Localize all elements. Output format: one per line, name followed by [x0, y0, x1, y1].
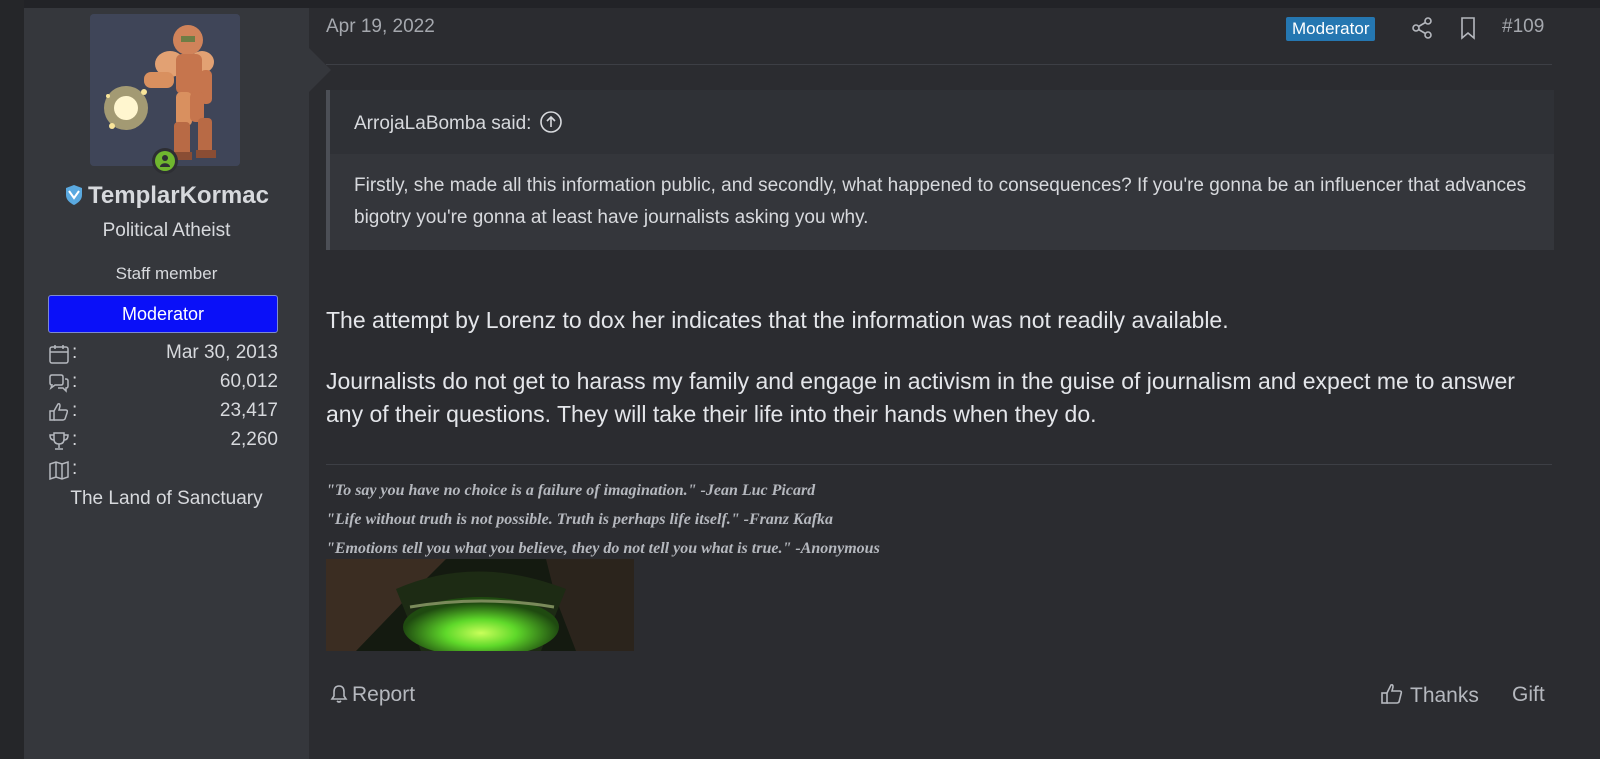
quote-text: Firstly, she made all this information p…	[354, 175, 1527, 228]
share-icon[interactable]	[1410, 16, 1434, 40]
signature-divider	[326, 464, 1552, 465]
stat-messages-value: 60,012	[219, 371, 278, 392]
post-body: The attempt by Lorenz to dox her indicat…	[326, 304, 1552, 459]
arrow-up-circle-icon[interactable]	[539, 110, 563, 140]
quote-block: ArrojaLaBomba said: Firstly, she made al…	[326, 90, 1554, 250]
user-stats: : Mar 30, 2013 : 60,012: 23,417: 2,260…	[48, 340, 278, 485]
signature-line: "Life without truth is not possible. Tru…	[326, 511, 834, 528]
username[interactable]: TemplarKormac	[24, 182, 309, 213]
thanks-button[interactable]: Thanks	[1380, 683, 1479, 711]
signature-image	[326, 559, 634, 651]
report-button[interactable]: Report	[330, 683, 415, 710]
thumbs-up-icon	[1380, 683, 1404, 711]
map-icon	[48, 460, 70, 481]
calendar-icon	[48, 344, 70, 364]
header-divider	[326, 64, 1552, 65]
post-paragraph: Journalists do not get to harass my fami…	[326, 368, 1515, 427]
moderator-badge: Moderator	[1286, 17, 1376, 41]
post-paragraph: The attempt by Lorenz to dox her indicat…	[326, 307, 1229, 333]
quote-header: ArrojaLaBomba said:	[330, 90, 1554, 154]
post-date[interactable]: Apr 19, 2022	[326, 16, 435, 38]
trophy-icon	[48, 431, 70, 451]
post-number[interactable]: #109	[1502, 16, 1544, 38]
user-title: Political Atheist	[102, 220, 231, 241]
stat-points: : 2,260	[48, 427, 278, 456]
bookmark-icon[interactable]	[1456, 16, 1480, 40]
stat-joined-value: Mar 30, 2013	[166, 342, 278, 363]
user-panel: TemplarKormac Political Atheist Staff me…	[24, 8, 309, 759]
signature: "To say you have no choice is a failure …	[326, 476, 880, 563]
shield-icon	[64, 184, 84, 213]
staff-label: Staff member	[115, 264, 218, 283]
gift-button[interactable]: Gift	[1512, 683, 1545, 707]
stat-messages: : 60,012	[48, 369, 278, 398]
avatar[interactable]	[90, 14, 240, 166]
username-text: TemplarKormac	[88, 182, 269, 209]
quote-author[interactable]: ArrojaLaBomba said:	[354, 110, 563, 140]
post-main: Apr 19, 2022 Moderator #109 ArrojaLaBomb…	[326, 8, 1554, 759]
moderator-banner: Moderator	[48, 295, 278, 333]
left-edge	[0, 0, 24, 759]
stat-reactions: : 23,417	[48, 398, 278, 427]
messages-icon	[48, 373, 70, 393]
avatar-image	[90, 14, 240, 166]
signature-line: "To say you have no choice is a failure …	[326, 482, 816, 499]
user-location: The Land of Sanctuary	[70, 488, 263, 509]
thumbs-up-icon	[48, 402, 70, 422]
post-container: TemplarKormac Political Atheist Staff me…	[24, 8, 1600, 759]
online-status-icon	[152, 148, 178, 174]
bell-icon	[330, 684, 348, 710]
stat-joined: : Mar 30, 2013	[48, 340, 278, 369]
stat-reactions-value: 23,417	[219, 400, 278, 421]
stat-points-value: 2,260	[230, 429, 278, 450]
stat-location: :	[48, 456, 278, 485]
top-strip	[0, 0, 1600, 8]
